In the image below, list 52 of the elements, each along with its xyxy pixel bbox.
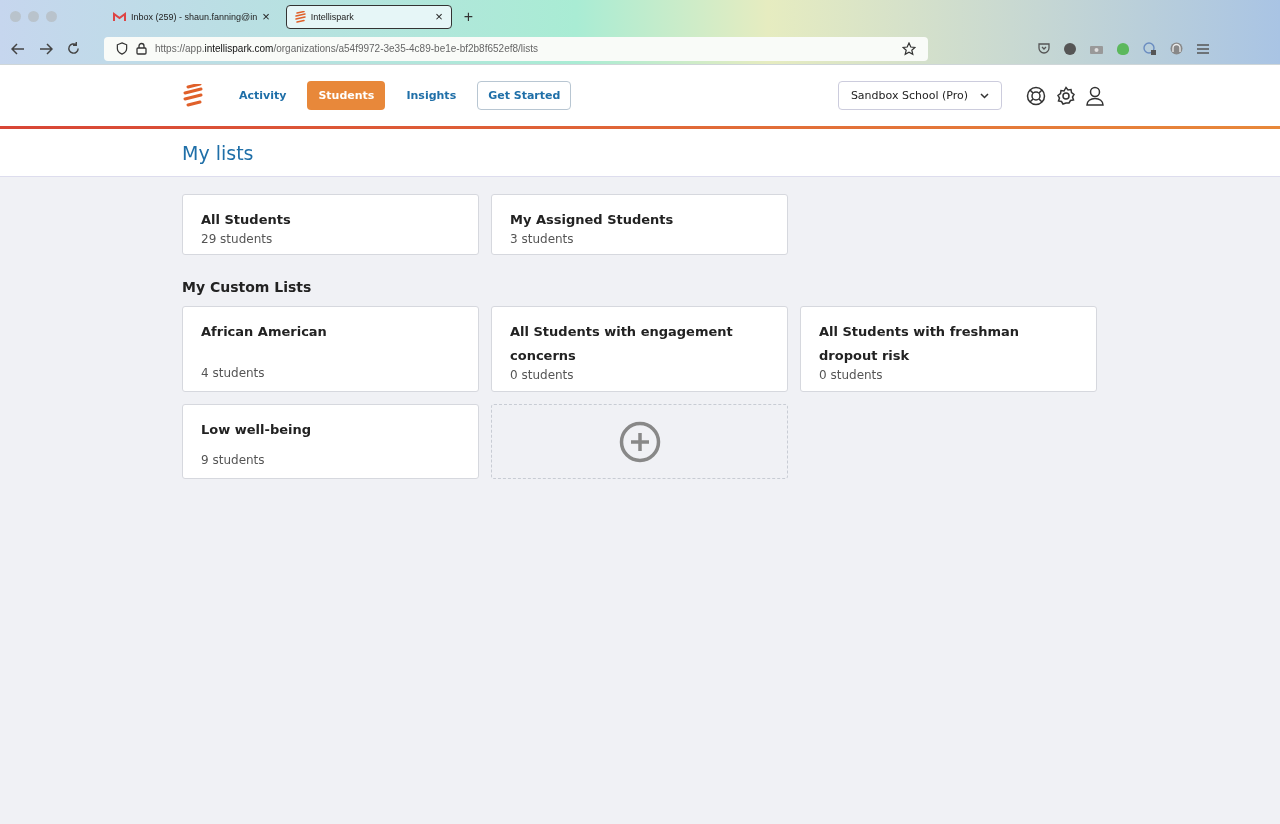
- settings-icon[interactable]: [1056, 85, 1076, 106]
- student-count: 29 students: [201, 232, 274, 246]
- list-card[interactable]: All Students with freshman dropout risk 0 students: [800, 306, 1097, 392]
- page-title: My lists: [182, 141, 254, 164]
- logo-icon: [294, 10, 306, 23]
- list-name: My Assigned Students: [510, 211, 675, 229]
- list-card[interactable]: Low well-being 9 students: [182, 404, 479, 479]
- plus-circle-icon: [618, 420, 661, 463]
- list-card[interactable]: All Students with engagement concerns 0 students: [491, 306, 788, 392]
- list-name: All Students: [201, 211, 292, 229]
- star-icon[interactable]: [902, 41, 916, 56]
- reload-icon[interactable]: [67, 42, 80, 55]
- chevron-down-icon: [980, 92, 989, 99]
- student-count: 0 students: [819, 368, 884, 382]
- list-name: African American: [201, 323, 328, 341]
- list-card[interactable]: African American 4 students: [182, 306, 479, 392]
- nav-tab[interactable]: Insights: [395, 81, 468, 110]
- extension-icon[interactable]: [1064, 42, 1076, 55]
- user-icon[interactable]: [1086, 85, 1104, 106]
- school-dropdown[interactable]: Sandbox School (Pro): [837, 81, 1002, 110]
- menu-icon[interactable]: [1197, 43, 1209, 54]
- nav-tab[interactable]: Get Started: [477, 81, 572, 110]
- extension-icon[interactable]: [1143, 42, 1156, 55]
- student-count: 0 students: [510, 368, 575, 382]
- list-card[interactable]: My Assigned Students 3 students: [491, 194, 788, 255]
- browser-tab[interactable]: Intellispark ×: [285, 4, 452, 29]
- browser-tab[interactable]: Inbox (259) - shaun.fanning@in ×: [105, 4, 278, 29]
- lock-icon: [136, 42, 147, 55]
- student-count: 9 students: [201, 453, 266, 467]
- shield-icon: [116, 42, 128, 55]
- forward-icon[interactable]: [39, 42, 53, 55]
- close-icon[interactable]: ×: [435, 9, 443, 24]
- list-name: All Students with freshman dropout risk: [819, 323, 1021, 365]
- student-count: 4 students: [201, 366, 266, 380]
- close-icon[interactable]: ×: [262, 9, 270, 24]
- tab-title: Intellispark: [310, 11, 355, 22]
- profile-extension-icon[interactable]: [1170, 42, 1183, 55]
- mail-icon: [113, 11, 126, 22]
- list-name: Low well-being: [201, 421, 313, 439]
- section-heading: My Custom Lists: [182, 279, 313, 295]
- new-tab-icon[interactable]: +: [463, 7, 474, 26]
- help-icon[interactable]: [1026, 85, 1046, 106]
- logo-icon[interactable]: [182, 83, 204, 108]
- back-icon[interactable]: [11, 42, 25, 55]
- address-bar[interactable]: https://app.intellispark.com/organizations/a54f9972-3e35-4c89-be1e-bf2b8f652ef8/lists: [104, 36, 928, 61]
- url-text: https://app.intellispark.com/organizations/a54f9972-3e35-4c89-be1e-bf2b8f652ef8/lists: [155, 43, 540, 54]
- pocket-icon[interactable]: [1038, 43, 1050, 54]
- nav-tab[interactable]: Activity: [228, 81, 298, 110]
- tab-title: Inbox (259) - shaun.fanning@in: [131, 11, 258, 22]
- student-count: 3 students: [510, 232, 575, 246]
- list-card[interactable]: All Students 29 students: [182, 194, 479, 255]
- list-name: All Students with engagement concerns: [510, 323, 734, 365]
